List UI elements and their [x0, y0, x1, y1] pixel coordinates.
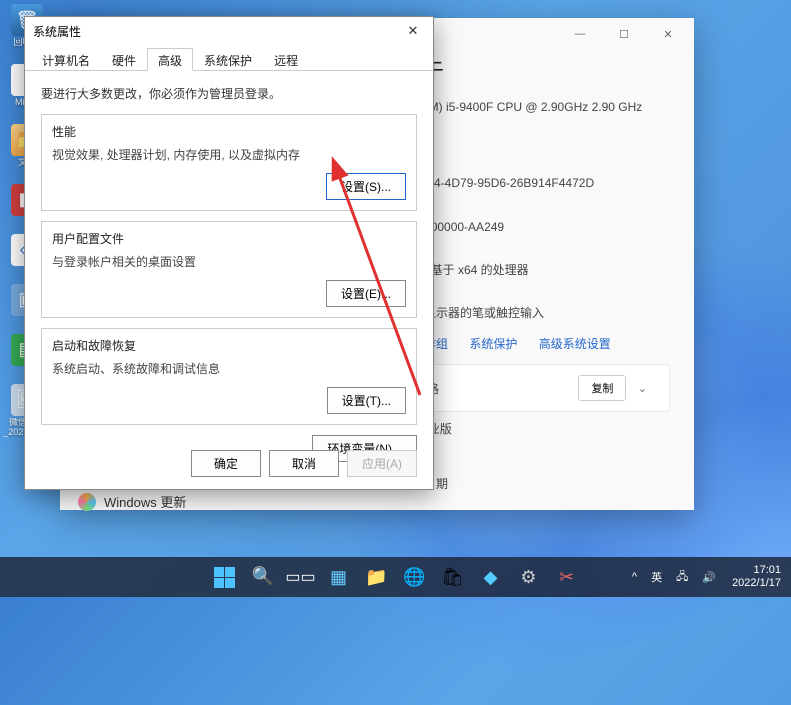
tab-remote[interactable]: 远程: [263, 48, 309, 71]
app-button[interactable]: ◆: [473, 559, 509, 595]
link-advanced-settings[interactable]: 高级系统设置: [539, 337, 611, 351]
settings-button[interactable]: ⚙: [511, 559, 547, 595]
minimize-button[interactable]: —: [558, 20, 602, 48]
fieldset-performance: 性能 视觉效果, 处理器计划, 内存使用, 以及虚拟内存 设置(S)...: [41, 114, 417, 211]
chevron-down-icon[interactable]: ⌄: [630, 379, 655, 399]
tab-system-protection[interactable]: 系统保护: [193, 48, 263, 71]
ok-button[interactable]: 确定: [191, 450, 261, 477]
widgets-button[interactable]: ▦: [321, 559, 357, 595]
tabbar: 计算机名 硬件 高级 系统保护 远程: [25, 47, 433, 71]
date: 2022/1/17: [732, 577, 781, 590]
store-button[interactable]: 🛍: [435, 559, 471, 595]
taskbar: 🔍 ▭▭ ▦ 📁 🌐 🛍 ◆ ⚙ ✂ ^ 英 🖧 🔊 17:01 2022/1/…: [0, 557, 791, 597]
time: 17:01: [753, 564, 781, 577]
admin-note: 要进行大多数更改，你必须作为管理员登录。: [41, 85, 417, 102]
taskbar-tray: ^ 英 🖧 🔊 17:01 2022/1/17: [628, 564, 791, 590]
network-icon[interactable]: 🖧: [672, 566, 692, 589]
about-device-id: 8-D9B4-4D79-95D6-26B914F4472D: [400, 174, 670, 193]
about-system-type: 系统, 基于 x64 的处理器: [400, 261, 670, 280]
start-button[interactable]: [207, 559, 243, 595]
about-pen-touch: 于此显示器的笔或触控输入: [400, 304, 670, 323]
about-cpu: ore(TM) i5-9400F CPU @ 2.90GHz 2.90 GHz: [400, 98, 670, 117]
sidebar-item-label: Windows 更新: [104, 492, 186, 511]
about-spec-group[interactable]: 规格 复制 ⌄: [400, 364, 670, 412]
tab-hardware[interactable]: 硬件: [101, 48, 147, 71]
taskbar-center: 🔍 ▭▭ ▦ 📁 🌐 🛍 ◆ ⚙ ✂: [207, 559, 585, 595]
cancel-button[interactable]: 取消: [269, 450, 339, 477]
about-version: 21H2: [400, 447, 670, 466]
tab-computer-name[interactable]: 计算机名: [31, 48, 101, 71]
fieldset-user-profile: 用户配置文件 与登录帐户相关的桌面设置 设置(E)...: [41, 221, 417, 318]
profile-settings-button[interactable]: 设置(E)...: [326, 280, 406, 307]
task-view-button[interactable]: ▭▭: [283, 559, 319, 595]
tab-advanced[interactable]: 高级: [147, 48, 193, 71]
legend-user-profile: 用户配置文件: [52, 230, 406, 247]
update-icon: [78, 493, 96, 511]
close-button[interactable]: ✕: [646, 20, 690, 48]
dialog-footer: 确定 取消 应用(A): [25, 450, 433, 477]
explorer-button[interactable]: 📁: [359, 559, 395, 595]
volume-icon[interactable]: 🔊: [698, 569, 720, 586]
search-button[interactable]: 🔍: [245, 559, 281, 595]
about-edition: 11 专业版: [400, 420, 670, 439]
desc-performance: 视觉效果, 处理器计划, 内存使用, 以及虚拟内存: [52, 146, 406, 163]
dialog-body: 要进行大多数更改，你必须作为管理员登录。 性能 视觉效果, 处理器计划, 内存使…: [25, 71, 433, 472]
startup-settings-button[interactable]: 设置(T)...: [327, 387, 406, 414]
sidebar-item-windows-update[interactable]: Windows 更新: [78, 492, 186, 511]
clock[interactable]: 17:01 2022/1/17: [726, 564, 781, 590]
about-ram: M: [400, 125, 670, 144]
about-title: 关于: [400, 54, 670, 86]
link-system-protection[interactable]: 系统保护: [469, 337, 517, 351]
performance-settings-button[interactable]: 设置(S)...: [326, 173, 406, 200]
desc-startup: 系统启动、系统故障和调试信息: [52, 360, 406, 377]
dialog-title: 系统属性: [33, 23, 81, 40]
about-product-id: 0000-00000-AA249: [400, 218, 670, 237]
snip-button[interactable]: ✂: [549, 559, 585, 595]
copy-button[interactable]: 复制: [578, 375, 626, 401]
legend-performance: 性能: [52, 123, 406, 140]
ime-indicator[interactable]: 英: [647, 569, 666, 585]
close-button[interactable]: ✕: [401, 21, 425, 41]
fieldset-startup-recovery: 启动和故障恢复 系统启动、系统故障和调试信息 设置(T)...: [41, 328, 417, 425]
legend-startup: 启动和故障恢复: [52, 337, 406, 354]
about-install-label: 安装日期: [400, 475, 670, 494]
dialog-titlebar: 系统属性 ✕: [25, 17, 433, 45]
edge-button[interactable]: 🌐: [397, 559, 433, 595]
desc-user-profile: 与登录帐户相关的桌面设置: [52, 253, 406, 270]
maximize-button[interactable]: ☐: [602, 20, 646, 48]
system-properties-dialog: 系统属性 ✕ 计算机名 硬件 高级 系统保护 远程 要进行大多数更改，你必须作为…: [24, 16, 434, 490]
apply-button: 应用(A): [347, 450, 417, 477]
about-links: 戈工作组 系统保护 高级系统设置: [400, 335, 670, 352]
tray-chevron-icon[interactable]: ^: [628, 569, 641, 585]
